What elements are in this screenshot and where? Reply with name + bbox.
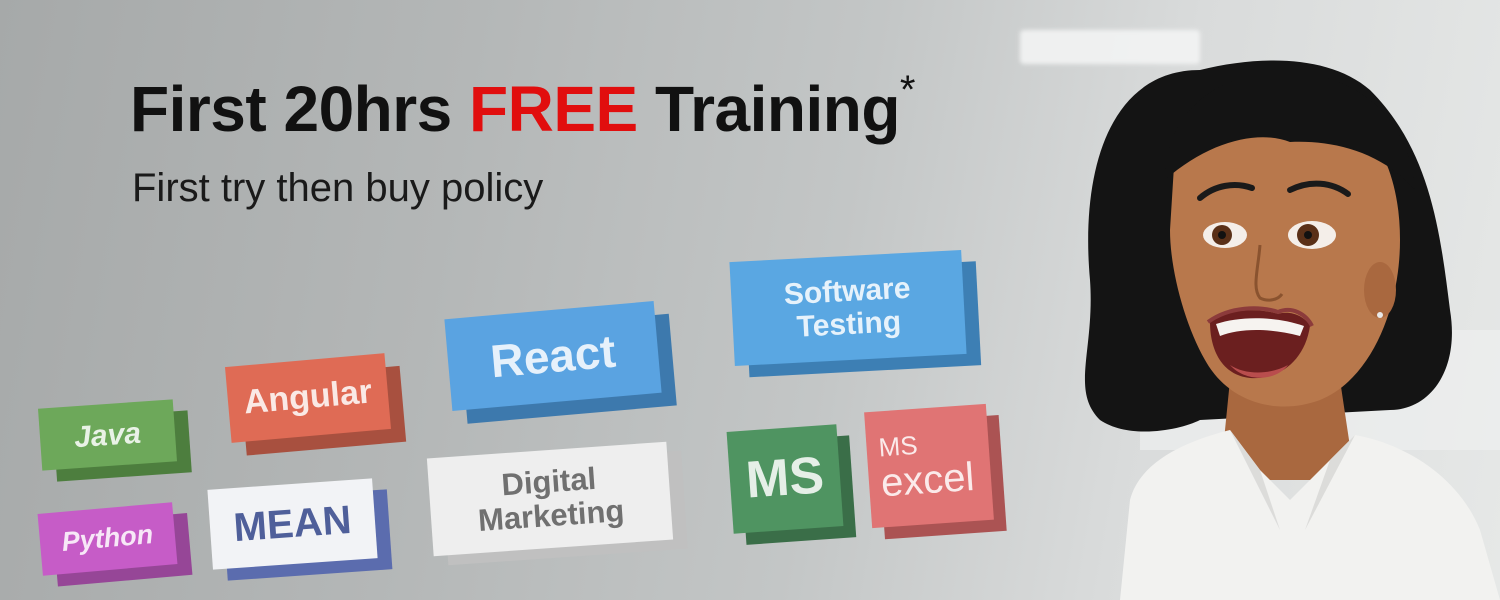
- ear: [1364, 262, 1396, 318]
- course-brick-python: Python: [37, 502, 178, 576]
- course-brick-software-testing: Software Testing: [729, 250, 967, 366]
- brick-label-line2: Marketing: [476, 492, 626, 539]
- promo-banner: First 20hrs FREE Training* First try the…: [0, 0, 1500, 600]
- headline-part2: Training: [655, 73, 900, 145]
- headline-free: FREE: [469, 73, 638, 145]
- brick-label: Python: [60, 519, 155, 558]
- brick-label-line1: MS: [877, 429, 919, 463]
- headline-part1: First 20hrs: [130, 73, 452, 145]
- course-brick-ms: MS: [726, 424, 844, 534]
- headline: First 20hrs FREE Training*: [130, 68, 915, 146]
- course-brick-java: Java: [38, 399, 177, 471]
- course-brick-mean: MEAN: [207, 478, 378, 570]
- brick-label: MEAN: [232, 497, 353, 551]
- brick-label-line2: Testing: [795, 305, 902, 344]
- brick-label: Angular: [242, 372, 374, 422]
- brick-label: MS: [744, 446, 826, 511]
- course-brick-angular: Angular: [224, 353, 392, 443]
- brick-label: Java: [73, 416, 142, 454]
- brick-label: React: [488, 324, 618, 388]
- surprised-woman-photo: [1084, 60, 1500, 600]
- headline-asterisk: *: [899, 67, 916, 112]
- course-brick-digital-marketing: Digital Marketing: [426, 441, 674, 557]
- subheadline: First try then buy policy: [132, 166, 544, 210]
- course-brick-react: React: [444, 301, 662, 411]
